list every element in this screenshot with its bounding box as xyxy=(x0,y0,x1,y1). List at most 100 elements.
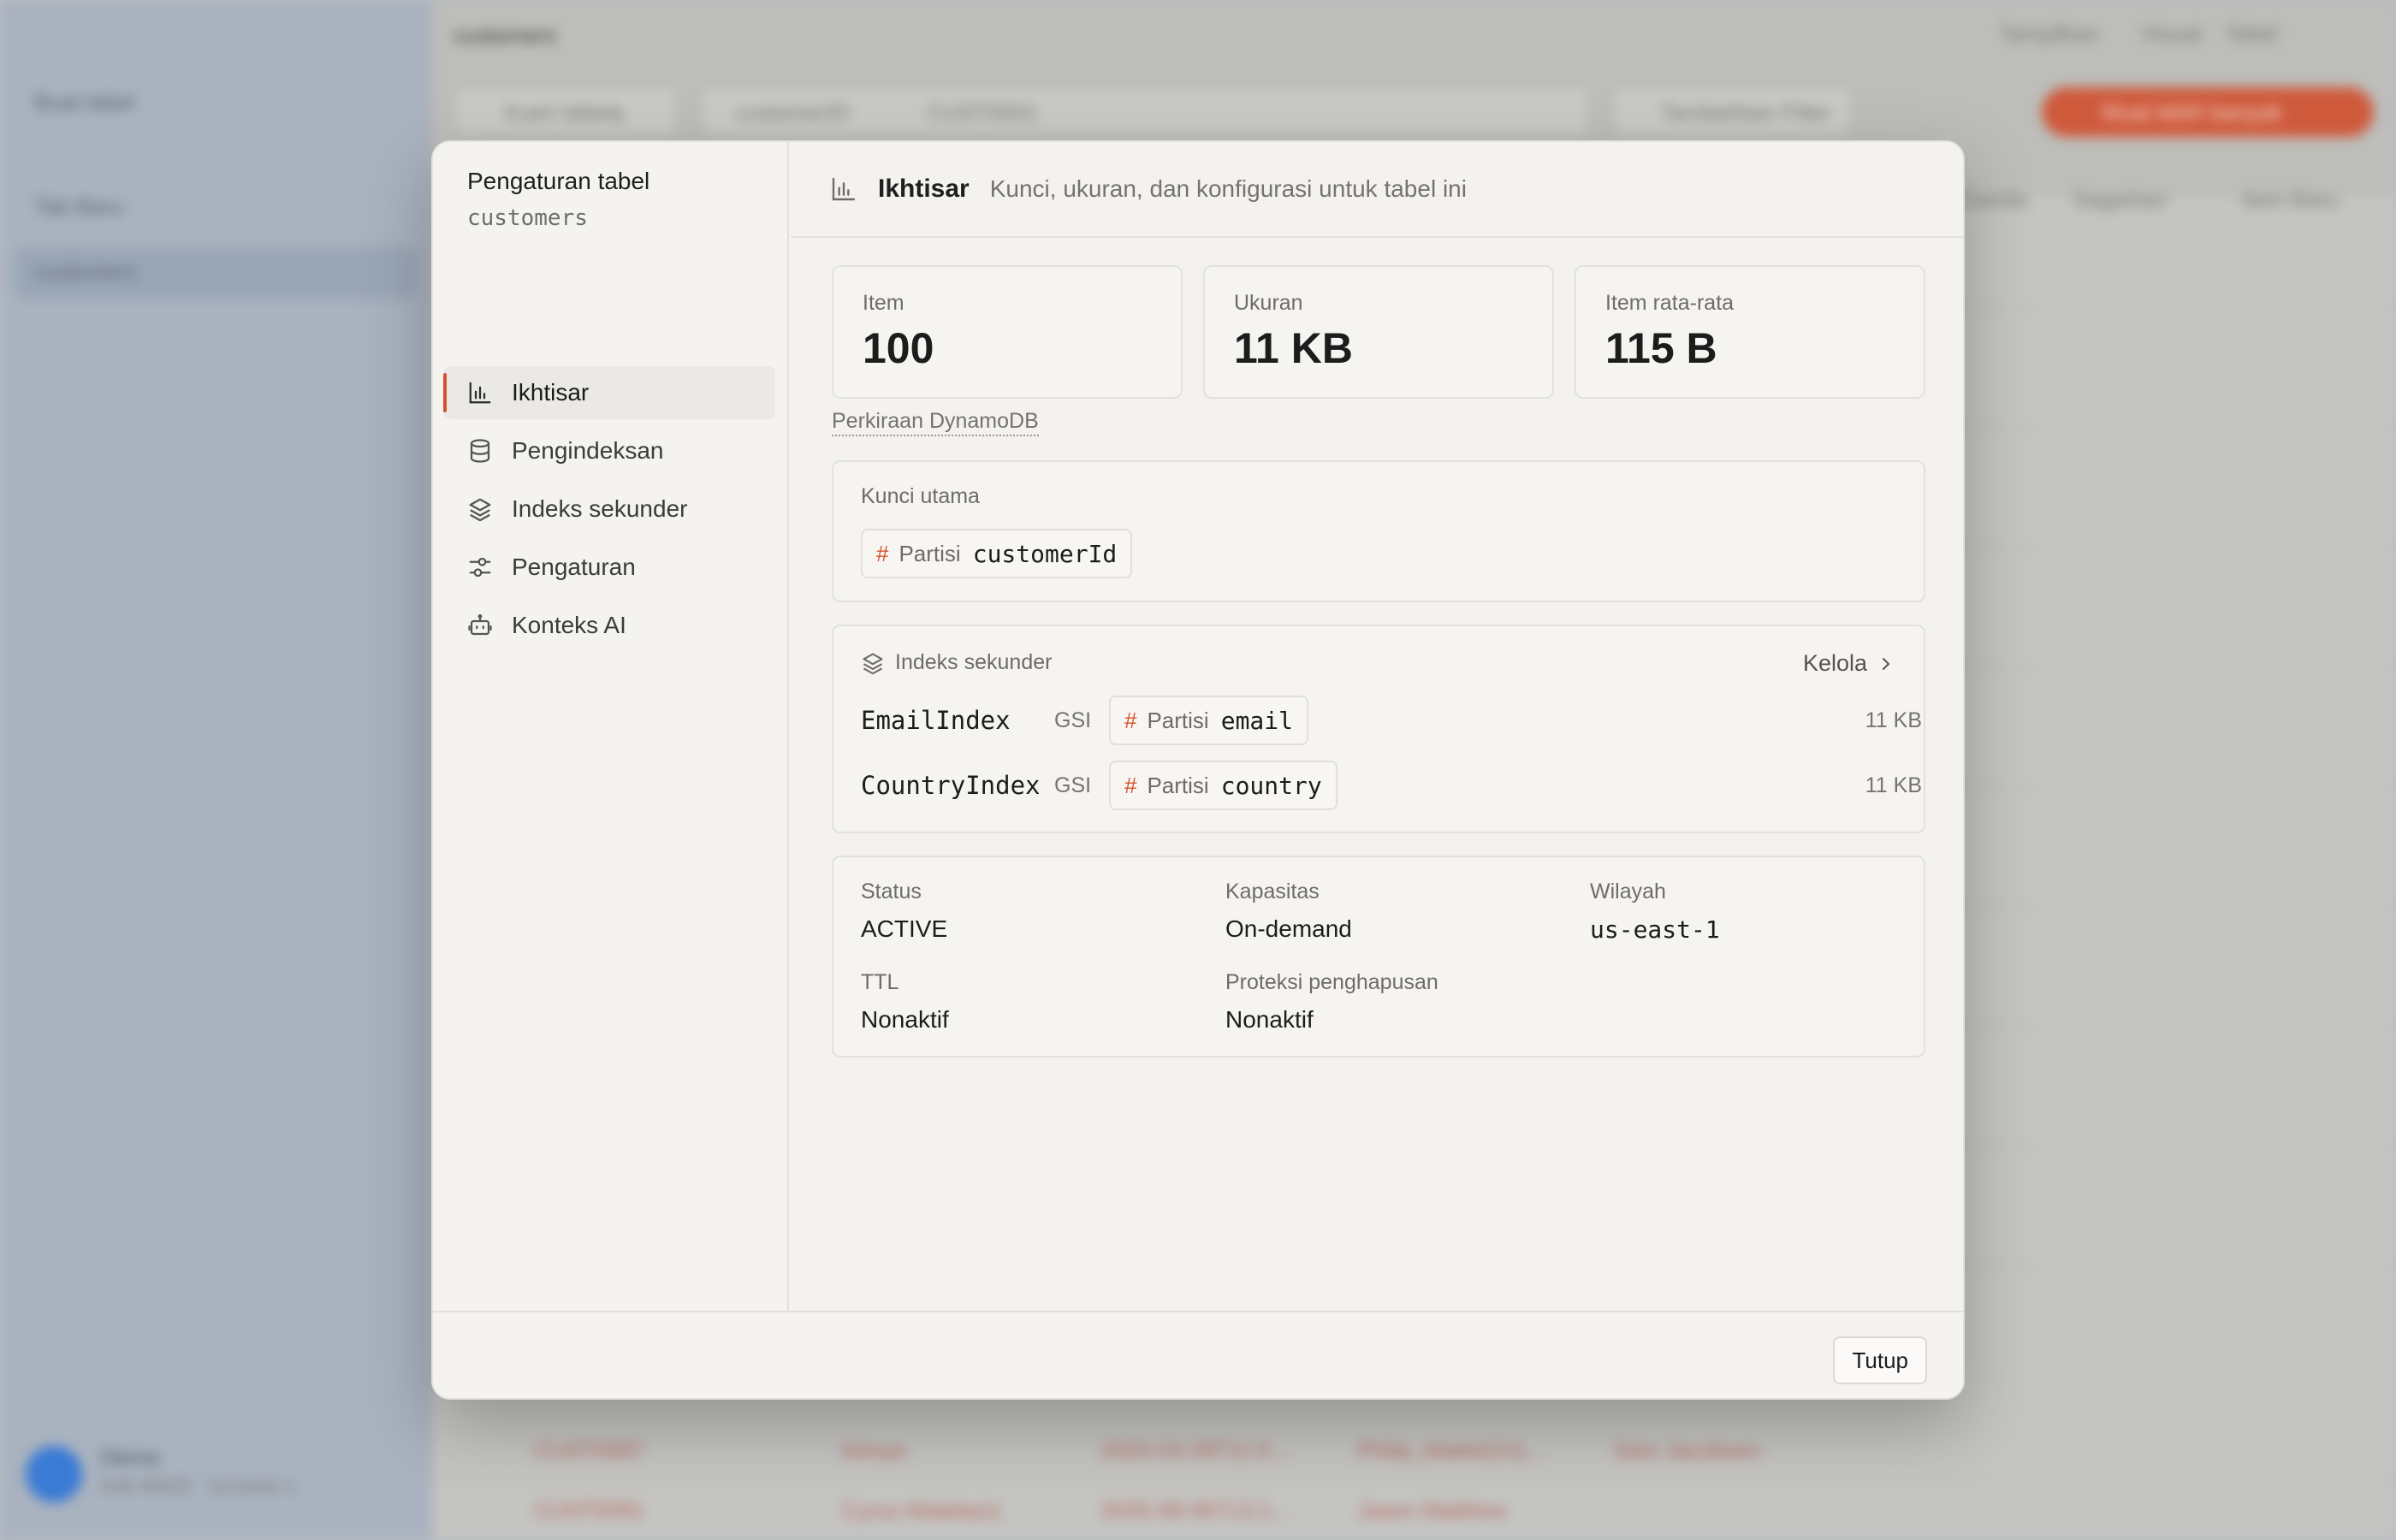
robot-icon xyxy=(468,614,492,636)
background-right-label: Visual xyxy=(2141,21,2202,46)
hash-icon: # xyxy=(876,540,889,566)
nav-item-label: Pengindeksan xyxy=(512,437,664,464)
hash-icon: # xyxy=(1124,707,1137,733)
stat-label: Ukuran xyxy=(1234,291,1303,315)
background-cell: Sam Jacobsen xyxy=(1614,1437,1761,1463)
background-avatar xyxy=(26,1446,82,1502)
bar-chart-icon xyxy=(832,177,856,201)
background-action-label: Ganda xyxy=(1960,187,2027,212)
stat-card-size: Ukuran 11 KB xyxy=(1203,265,1554,399)
background-cell: Cyrus Abdelaziz xyxy=(842,1497,1002,1523)
background-right-label: Tampilkan xyxy=(1999,21,2100,46)
secondary-indexes-label: Indeks sekunder xyxy=(895,650,1053,674)
secondary-indexes-header: Indeks sekunder xyxy=(861,650,1052,675)
stat-card-avg-item: Item rata-rata 115 B xyxy=(1575,265,1925,399)
ttl-label: TTL xyxy=(861,970,899,994)
stat-value: 115 B xyxy=(1605,324,1717,372)
ttl-value: Nonaktif xyxy=(861,1006,949,1033)
hash-icon: # xyxy=(1124,772,1137,798)
background-user-sub: Edit 40025 · 1st team 1 xyxy=(101,1475,296,1496)
background-cell: 2025-08-06T13:1... xyxy=(1100,1497,1290,1523)
primary-key-label: Kunci utama xyxy=(861,484,980,508)
nav-item-overview[interactable]: Ikhtisar xyxy=(443,366,775,419)
nav-item-label: Indeks sekunder xyxy=(512,495,688,522)
nav-item-settings[interactable]: Pengaturan xyxy=(443,541,775,594)
background-sidebar xyxy=(0,0,432,1540)
background-cell: CUST0087 xyxy=(534,1437,644,1463)
dialog-title: Pengaturan tabel xyxy=(467,168,650,194)
panel-description: Kunci, ukuran, dan konfigurasi untuk tab… xyxy=(989,175,1467,202)
background-run-label: Muat lebih banyak xyxy=(2102,99,2283,125)
stat-value: 11 KB xyxy=(1234,324,1353,372)
index-size: 11 KB xyxy=(1865,708,1922,732)
capacity-value: On-demand xyxy=(1225,915,1352,942)
region-label: Wilayah xyxy=(1590,880,1666,903)
background-chip-label: Kueri tabelq xyxy=(505,99,624,125)
background-sidebar-item: customers xyxy=(34,258,137,284)
nav-item-label: Konteks AI xyxy=(512,612,626,638)
overview-panel: Ikhtisar Kunci, ukuran, dan konfigurasi … xyxy=(791,142,1963,1311)
nav-item-label: Pengaturan xyxy=(512,554,636,580)
background-cell: Jason Matthew xyxy=(1357,1497,1507,1523)
background-sidebar-item: Buat tabel xyxy=(34,89,135,115)
background-chip-label: customerID xyxy=(736,99,850,125)
panel-header: Ikhtisar Kunci, ukuran, dan konfigurasi … xyxy=(791,142,1963,238)
sliders-icon xyxy=(469,557,491,578)
table-name: customers xyxy=(467,205,588,231)
background-sidebar-item: Tab Baru xyxy=(34,193,124,219)
stat-value: 100 xyxy=(863,324,934,372)
status-label: Status xyxy=(861,880,922,903)
nav-item-secondary-indexes[interactable]: Indeks sekunder xyxy=(443,483,775,536)
properties-card: Status ACTIVE Kapasitas On-demand Wilaya… xyxy=(832,856,1925,1057)
region-value: us-east-1 xyxy=(1590,915,1720,944)
key-kind: Partisi xyxy=(1147,772,1209,798)
index-size: 11 KB xyxy=(1865,773,1922,797)
manage-indexes-button[interactable]: Kelola xyxy=(1803,650,1896,677)
background-cell: CUST0091 xyxy=(534,1497,644,1523)
index-name: EmailIndex xyxy=(861,706,1011,735)
stat-label: Item rata-rata xyxy=(1605,291,1735,315)
dialog-footer: Tutup xyxy=(433,1311,1963,1398)
primary-key-card: Kunci utama # Partisi customerId xyxy=(832,460,1925,602)
partition-key-chip: # Partisi customerId xyxy=(861,529,1133,578)
settings-nav: Pengaturan tabel customers Ikhtisar Peng… xyxy=(433,142,789,1311)
key-attribute: email xyxy=(1220,706,1294,735)
protection-label: Proteksi penghapusan xyxy=(1225,970,1438,994)
key-attribute: country xyxy=(1220,771,1322,800)
nav-item-indexing[interactable]: Pengindeksan xyxy=(443,424,775,477)
background-action-label: Sagarkan xyxy=(2073,187,2168,212)
close-button[interactable]: Tutup xyxy=(1833,1336,1927,1384)
capacity-label: Kapasitas xyxy=(1225,880,1320,903)
index-key-chip: # Partisi email xyxy=(1109,696,1309,745)
background-chip-label: Tambahkan Filter xyxy=(1660,99,1831,125)
estimate-link[interactable]: Perkiraan DynamoDB xyxy=(832,409,1039,436)
database-icon xyxy=(470,439,490,463)
key-kind: Partisi xyxy=(898,540,961,566)
index-type: GSI xyxy=(1054,773,1092,797)
status-value: ACTIVE xyxy=(861,915,948,942)
manage-label: Kelola xyxy=(1802,650,1867,676)
nav-item-ai-context[interactable]: Konteks AI xyxy=(443,599,775,652)
index-key-chip: # Partisi country xyxy=(1109,761,1337,810)
background-user-name: Demo xyxy=(101,1444,161,1470)
nav-item-label: Ikhtisar xyxy=(512,379,590,406)
key-attribute: customerId xyxy=(972,539,1118,568)
background-cell: Kenya xyxy=(842,1437,905,1463)
secondary-indexes-card: Indeks sekunder Kelola EmailIndex GSI # … xyxy=(832,625,1925,833)
background-cell: 2025-03-29T11:0... xyxy=(1100,1437,1289,1463)
active-indicator xyxy=(443,373,447,412)
background-action-label: Item Baru xyxy=(2242,187,2339,212)
chevron-right-icon xyxy=(1883,657,1890,670)
background-cell: Philip_Mattel(1h)... xyxy=(1357,1437,1543,1463)
index-name: CountryIndex xyxy=(861,771,1041,800)
index-type: GSI xyxy=(1054,708,1092,732)
panel-title: Ikhtisar xyxy=(878,175,970,203)
layers-icon xyxy=(469,498,491,522)
bar-chart-icon xyxy=(469,382,491,404)
background-chip-label: CUST0001 xyxy=(928,99,1038,125)
index-row-country: CountryIndex GSI # Partisi country 11 KB xyxy=(861,760,1922,811)
background-title: customers xyxy=(454,22,556,48)
background-right-label: Tabel xyxy=(2225,21,2279,46)
stat-label: Item xyxy=(863,291,904,315)
table-settings-dialog: Pengaturan tabel customers Ikhtisar Peng… xyxy=(431,140,1965,1400)
